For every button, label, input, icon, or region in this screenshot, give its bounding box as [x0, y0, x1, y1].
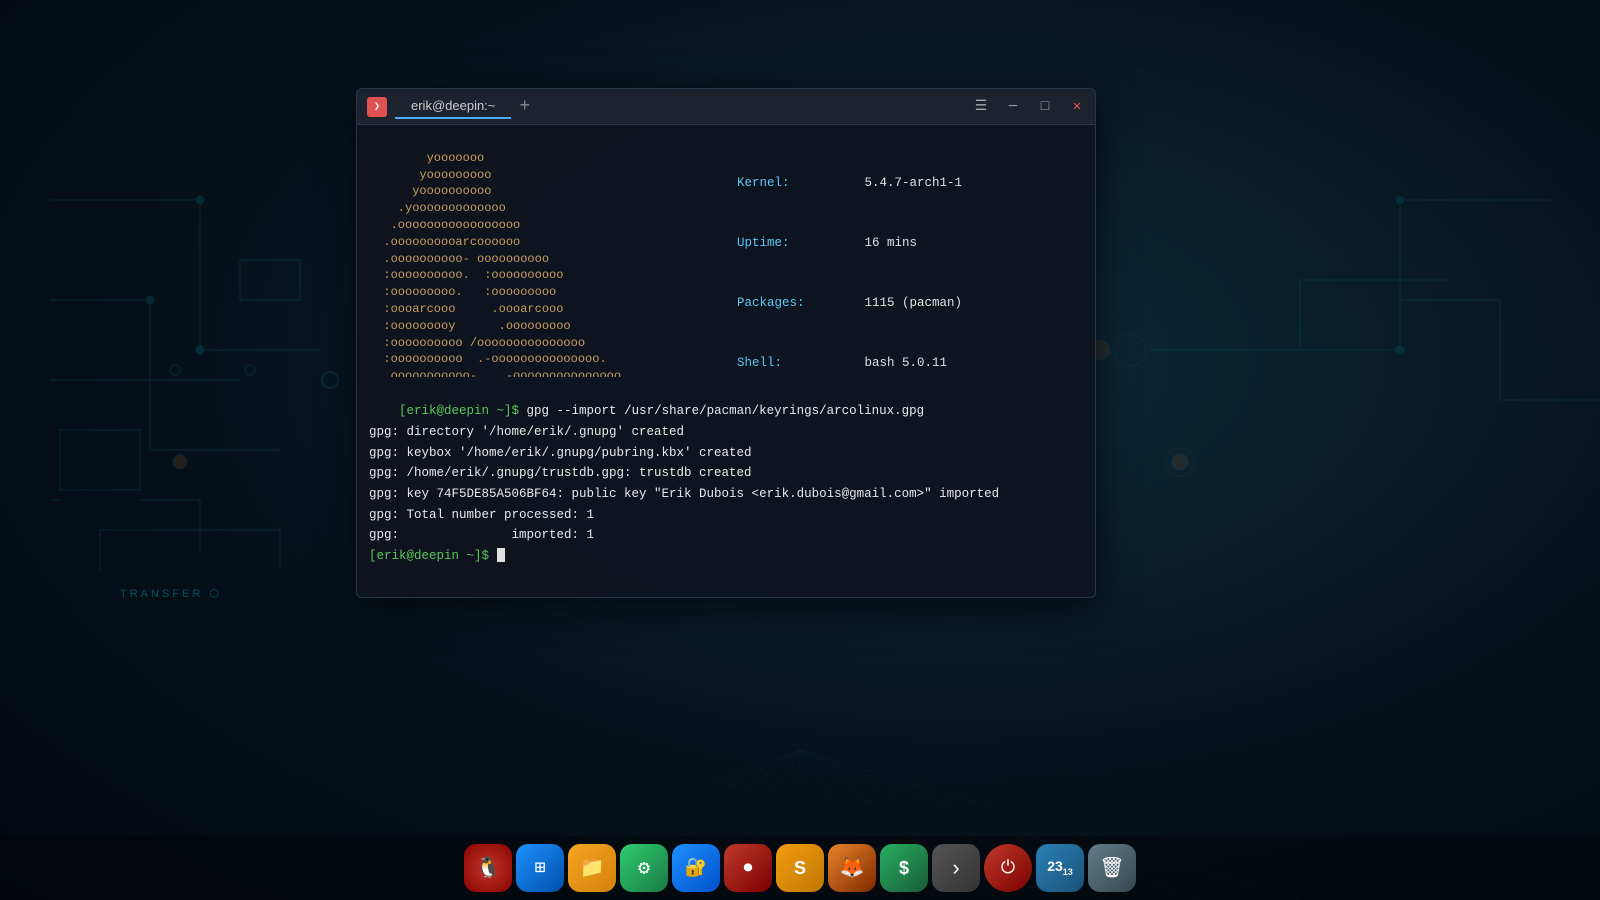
clock-icon[interactable]: 2313: [1036, 844, 1084, 892]
kernel-line: Kernel: 5.4.7-arch1-1: [737, 173, 1083, 193]
uptime-line: Uptime: 16 mins: [737, 233, 1083, 253]
terminal-controls: ☰ ─ □ ✕: [973, 99, 1085, 115]
password-icon[interactable]: 🔐: [672, 844, 720, 892]
terminal-titlebar: ❯ erik@deepin:~ + ☰ ─ □ ✕: [357, 89, 1095, 125]
files-icon[interactable]: 📁: [568, 844, 616, 892]
minimize-button[interactable]: ─: [1005, 99, 1021, 115]
terminal-logo-icon: ❯: [367, 97, 387, 117]
sab-icon[interactable]: S: [776, 844, 824, 892]
ascii-art: yooooooo yooooooooo yoooooooooo .yoooooo…: [357, 125, 725, 377]
finance-icon[interactable]: $: [880, 844, 928, 892]
packages-value: 1115 (pacman): [857, 293, 962, 313]
shell-label: Shell:: [737, 353, 857, 373]
uptime-label: Uptime:: [737, 233, 857, 253]
prompt-user-2: [erik@deepin ~]$: [369, 549, 489, 563]
transfer-label: TRANSFER ⬡: [120, 587, 222, 600]
prompt-user: [erik@deepin ~]$: [399, 404, 519, 418]
menu-button[interactable]: ☰: [973, 99, 989, 115]
recorder-icon[interactable]: ⏺: [724, 844, 772, 892]
sysinfo-panel: Kernel: 5.4.7-arch1-1 Uptime: 16 mins Pa…: [725, 125, 1095, 377]
settings-icon[interactable]: ⚙: [620, 844, 668, 892]
kernel-value: 5.4.7-arch1-1: [857, 173, 962, 193]
shell-value: bash 5.0.11: [857, 353, 947, 373]
cursor: [497, 548, 505, 562]
shell-line: Shell: bash 5.0.11: [737, 353, 1083, 373]
terminal-window: ❯ erik@deepin:~ + ☰ ─ □ ✕ yooooooo yoooo…: [356, 88, 1096, 598]
add-tab-button[interactable]: +: [519, 97, 530, 117]
deepin-icon[interactable]: 🐧: [464, 844, 512, 892]
terminal-tab[interactable]: erik@deepin:~: [395, 94, 511, 119]
firefox-icon[interactable]: 🦊: [828, 844, 876, 892]
uptime-value: 16 mins: [857, 233, 917, 253]
close-button[interactable]: ✕: [1069, 99, 1085, 115]
taskbar: 🐧 ⊞ 📁 ⚙ 🔐 ⏺ S 🦊 $ › ⏻ 2313 🗑: [0, 836, 1600, 900]
maximize-button[interactable]: □: [1037, 99, 1053, 115]
more-apps-icon[interactable]: ›: [932, 844, 980, 892]
command-output: [erik@deepin ~]$ gpg --import /usr/share…: [357, 377, 1095, 597]
packages-line: Packages: 1115 (pacman): [737, 293, 1083, 313]
packages-label: Packages:: [737, 293, 857, 313]
power-icon[interactable]: ⏻: [984, 844, 1032, 892]
kernel-label: Kernel:: [737, 173, 857, 193]
trash-icon[interactable]: 🗑: [1088, 844, 1136, 892]
window-manager-icon[interactable]: ⊞: [516, 844, 564, 892]
